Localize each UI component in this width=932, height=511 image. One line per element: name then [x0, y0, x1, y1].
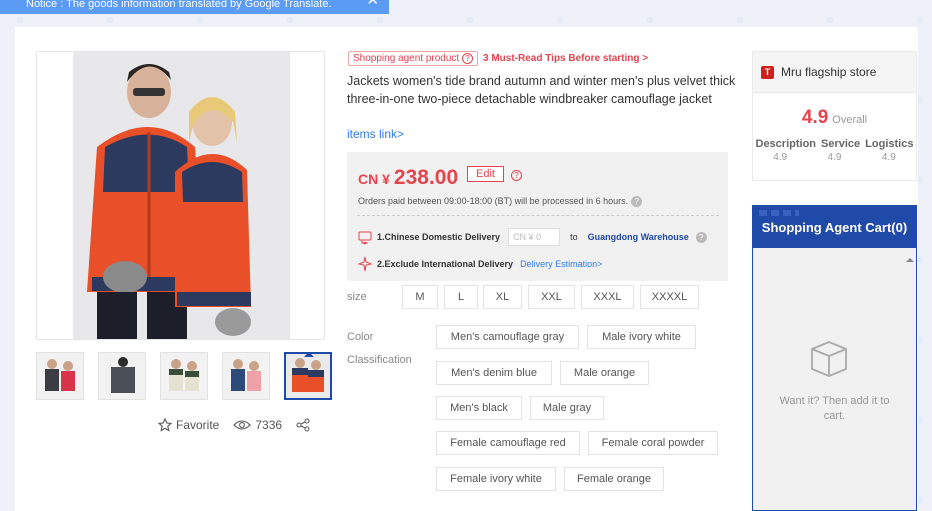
orders-note-text: Orders paid between 09:00-18:00 (BT) wil… [358, 196, 629, 206]
share-button[interactable] [296, 418, 310, 432]
product-actions: Favorite 7336 [158, 418, 324, 432]
size-option[interactable]: L [444, 285, 478, 309]
thumbnail-1[interactable] [36, 352, 84, 400]
plane-icon [357, 256, 373, 272]
size-option[interactable]: M [402, 285, 438, 309]
rating-value: 4.9 [773, 152, 788, 163]
price-currency: CN ¥ [358, 171, 390, 187]
size-option[interactable]: XXXXL [640, 285, 699, 309]
store-name: Mru flagship store [781, 65, 877, 79]
color-option[interactable]: Male ivory white [587, 325, 696, 349]
rating-label: Description [755, 138, 817, 150]
domestic-fee-field: CN ¥ 0 [508, 228, 561, 246]
price-value: 238.00 [393, 166, 459, 189]
product-title: Jackets women's tide brand autumn and wi… [347, 74, 736, 106]
domestic-delivery-label: 1.Chinese Domestic Delivery [377, 232, 501, 242]
views-count: 7336 [233, 418, 282, 432]
share-icon [296, 418, 310, 432]
color-option[interactable]: Male orange [560, 361, 649, 385]
store-rating-values: 4.9 4.9 4.9 [753, 152, 916, 163]
international-delivery-row: 2.Exclude International Delivery Deliver… [357, 256, 602, 272]
price: CN ¥ 238.00 [358, 166, 458, 190]
scroll-up-arrow[interactable] [906, 254, 914, 262]
favorite-label: Favorite [176, 418, 220, 432]
favorite-button[interactable]: Favorite [158, 418, 219, 432]
warehouse-selector[interactable]: Guangdong Warehouse [588, 232, 689, 242]
overall-label: Overall [832, 114, 868, 126]
color-option[interactable]: Female coral powder [588, 431, 718, 455]
eye-icon [233, 420, 252, 430]
shopping-agent-badge: Shopping agent product ? [348, 51, 478, 66]
store-logo-icon: T [761, 65, 774, 79]
domestic-delivery-row: 1.Chinese Domestic Delivery CN ¥ 0 to Gu… [357, 228, 707, 246]
divider [357, 215, 719, 216]
color-option[interactable]: Female orange [564, 467, 664, 491]
box-icon [811, 341, 847, 377]
thumbnail-2[interactable] [98, 352, 146, 400]
edit-price-button[interactable]: Edit [467, 166, 504, 182]
main-product-image [36, 51, 325, 340]
price-box: CN ¥ 238.00 Edit ? Orders paid between 0… [347, 152, 728, 281]
jacket-couple-illustration [73, 52, 290, 339]
cart-empty-line-2: cart. [823, 410, 846, 422]
cart-empty-message: Want it? Then add it to cart. [753, 394, 916, 424]
cart-header[interactable]: Shopping Agent Cart(0) [753, 206, 916, 248]
notice-text: Notice : The goods information translate… [26, 0, 332, 10]
shopping-agent-cart: Shopping Agent Cart(0) Want it? Then add… [752, 205, 917, 511]
size-label: size [347, 291, 367, 303]
store-overall-score: 4.9 Overall [753, 107, 916, 129]
rating-label: Logistics [865, 138, 914, 150]
badge-label: Shopping agent product [353, 53, 460, 64]
thumbnail-3[interactable] [160, 352, 208, 400]
domestic-fee-value: 0 [536, 232, 542, 242]
thumbnail-strip [36, 352, 332, 400]
thumbnail-5-selected[interactable] [284, 352, 332, 400]
store-score: 4.9 [801, 107, 829, 128]
color-option[interactable]: Men's denim blue [436, 361, 552, 385]
color-option[interactable]: Male gray [530, 396, 604, 420]
help-icon[interactable]: ? [461, 53, 473, 64]
to-label: to [570, 232, 578, 242]
store-panel: T Mru flagship store 4.9 Overall Descript… [752, 51, 917, 181]
star-icon [158, 418, 172, 432]
orders-processing-note: Orders paid between 09:00-18:00 (BT) wil… [358, 196, 643, 207]
truck-icon [358, 231, 372, 245]
items-link[interactable]: items link> [347, 127, 404, 141]
views-value: 7336 [255, 418, 283, 432]
delivery-estimation-link[interactable]: Delivery Estimation> [520, 259, 602, 269]
color-option[interactable]: Female ivory white [436, 467, 556, 491]
translation-notice-bar: Notice : The goods information translate… [0, 0, 389, 14]
rating-value: 4.9 [881, 152, 896, 163]
color-option[interactable]: Men's black [436, 396, 522, 420]
color-label: Color [347, 331, 374, 343]
store-header[interactable]: T Mru flagship store [753, 52, 916, 93]
intl-delivery-label: 2.Exclude International Delivery [377, 259, 514, 269]
color-option[interactable]: Female camouflage red [436, 431, 580, 455]
thumbnail-4[interactable] [222, 352, 270, 400]
size-option[interactable]: XXL [528, 285, 575, 309]
size-option[interactable]: XXXL [581, 285, 634, 309]
classification-label: Classification [347, 354, 412, 366]
price-help-icon[interactable]: ? [511, 170, 522, 181]
domestic-fee-currency: CN ¥ [513, 232, 534, 242]
rating-label: Service [821, 138, 861, 150]
size-option[interactable]: XL [483, 285, 522, 309]
cart-empty-line-1: Want it? Then add it to [779, 395, 890, 407]
color-option[interactable]: Men's camouflage gray [436, 325, 579, 349]
close-icon[interactable]: ✕ [366, 0, 379, 8]
help-icon[interactable]: ? [695, 231, 707, 243]
rating-value: 4.9 [827, 152, 842, 163]
help-icon[interactable]: ? [631, 196, 643, 207]
store-rating-labels: Description Service Logistics [753, 138, 916, 150]
must-read-tips-link[interactable]: 3 Must-Read Tips Before starting > [483, 53, 648, 64]
